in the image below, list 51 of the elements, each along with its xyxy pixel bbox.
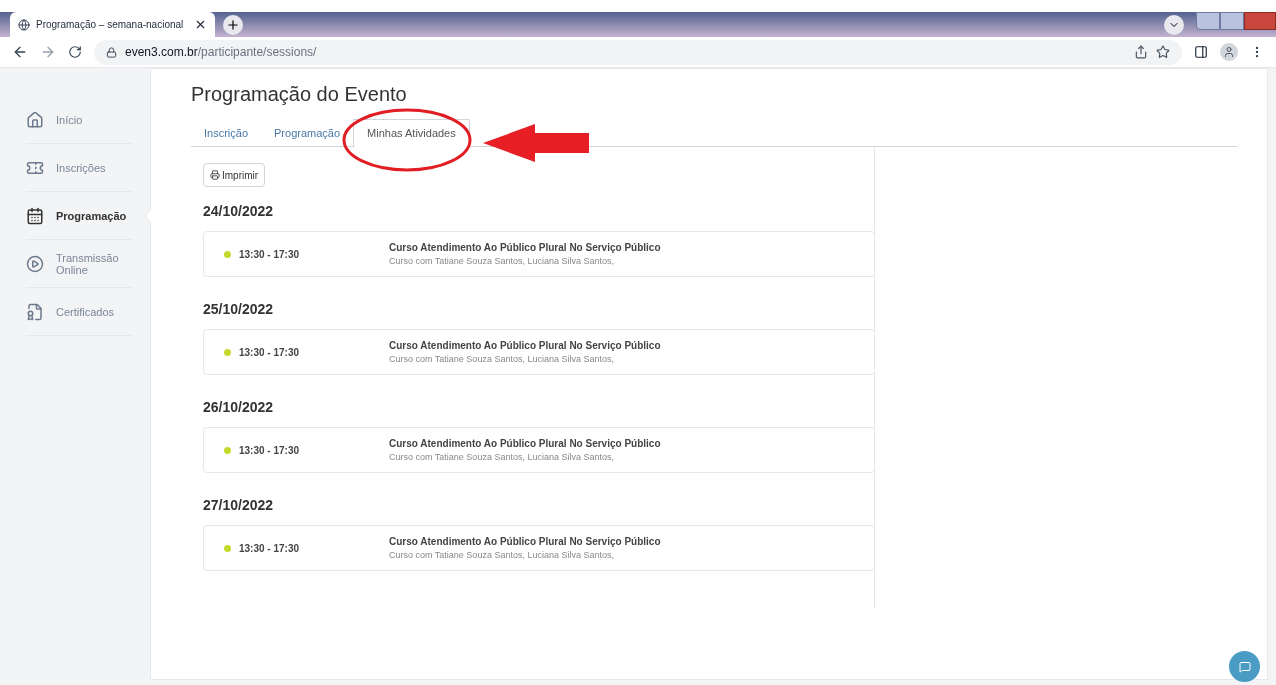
url-text: even3.com.br/participante/sessions/ <box>125 44 318 61</box>
new-tab-button[interactable] <box>223 15 243 35</box>
back-icon[interactable] <box>12 44 28 60</box>
help-icon <box>1238 660 1251 673</box>
close-icon[interactable] <box>194 18 207 31</box>
page-tab[interactable]: Minhas Atividades <box>353 119 470 148</box>
side-panel-icon[interactable] <box>1194 45 1208 59</box>
date-heading: 24/10/2022 <box>203 202 275 221</box>
session-card[interactable]: 13:30 - 17:30 Curso Atendimento Ao Público Plural No Serviço Público Curso com Tatiane Souza Santos, Luciana Silva Santos, <box>203 329 875 375</box>
session-card[interactable]: 13:30 - 17:30 Curso Atendimento Ao Público Plural No Serviço Público Curso com Tatiane Souza Santos, Luciana Silva Santos, <box>203 427 875 473</box>
printer-icon <box>210 170 220 180</box>
profile-avatar[interactable] <box>1220 43 1238 61</box>
sidebar-item[interactable]: Programação <box>26 192 132 240</box>
session-title: Curso Atendimento Ao Público Plural No Serviço Público <box>389 338 661 353</box>
session-speakers: Curso com Tatiane Souza Santos, Luciana Silva Santos, <box>389 548 615 562</box>
session-time: 13:30 - 17:30 <box>239 443 301 458</box>
globe-icon <box>18 18 30 31</box>
session-time: 13:30 - 17:30 <box>239 541 301 556</box>
print-button[interactable]: Imprimir <box>203 163 266 187</box>
page-tab[interactable]: Programação <box>261 119 354 148</box>
session-title: Curso Atendimento Ao Público Plural No Serviço Público <box>389 534 661 549</box>
date-heading: 27/10/2022 <box>203 496 275 515</box>
date-heading: 26/10/2022 <box>203 398 275 417</box>
home-icon <box>26 110 44 129</box>
session-speakers: Curso com Tatiane Souza Santos, Luciana Silva Santos, <box>389 450 615 464</box>
share-icon[interactable] <box>1134 45 1148 59</box>
tab-search-button[interactable] <box>1164 15 1184 35</box>
address-bar[interactable]: even3.com.br/participante/sessions/ <box>94 39 1182 65</box>
sidebar-item[interactable]: Transmissão Online <box>26 240 132 288</box>
session-time: 13:30 - 17:30 <box>239 247 301 262</box>
session-time: 13:30 - 17:30 <box>239 345 301 360</box>
session-speakers: Curso com Tatiane Souza Santos, Luciana Silva Santos, <box>389 254 615 268</box>
star-icon[interactable] <box>1156 45 1170 59</box>
browser-tab[interactable]: Programação – semana-nacional <box>10 12 215 37</box>
lock-icon <box>106 46 117 58</box>
page-title: Programação do Evento <box>191 82 408 107</box>
page-tab[interactable]: Inscrição <box>191 119 262 148</box>
calendar-icon <box>26 206 44 225</box>
session-title: Curso Atendimento Ao Público Plural No Serviço Público <box>389 436 661 451</box>
session-title: Curso Atendimento Ao Público Plural No Serviço Público <box>389 240 661 255</box>
window-controls[interactable] <box>1196 12 1276 30</box>
plus-icon <box>226 18 240 32</box>
session-speakers: Curso com Tatiane Souza Santos, Luciana Silva Santos, <box>389 352 615 366</box>
date-heading: 25/10/2022 <box>203 300 275 319</box>
sidebar-item[interactable]: Certificados <box>26 288 132 336</box>
session-card[interactable]: 13:30 - 17:30 Curso Atendimento Ao Público Plural No Serviço Público Curso com Tatiane Souza Santos, Luciana Silva Santos, <box>203 231 875 277</box>
tab-title: Programação – semana-nacional <box>36 18 185 32</box>
session-card[interactable]: 13:30 - 17:30 Curso Atendimento Ao Público Plural No Serviço Público Curso com Tatiane Souza Santos, Luciana Silva Santos, <box>203 525 875 571</box>
reload-icon[interactable] <box>68 45 82 59</box>
certificate-icon <box>26 302 44 321</box>
play-icon <box>26 254 44 273</box>
